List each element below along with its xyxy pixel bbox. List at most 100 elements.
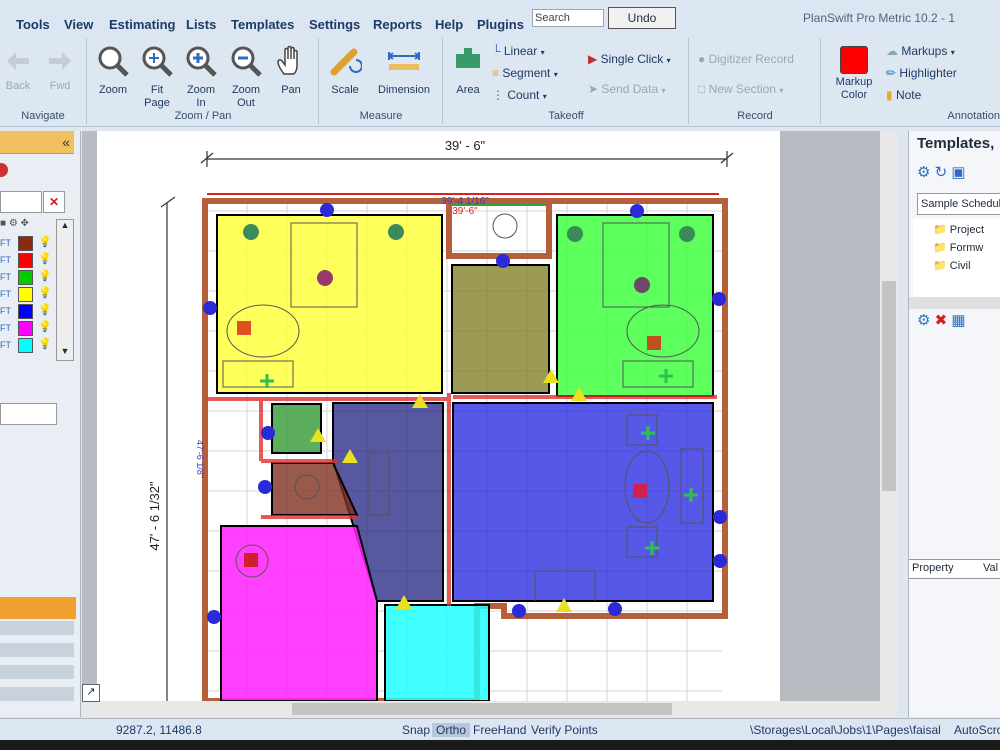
layer-row[interactable]: FT 💡: [0, 252, 56, 268]
group-measure: Scale Dimension Measure: [320, 38, 443, 124]
send-data-button[interactable]: ➤ Send Data ▾: [588, 82, 665, 96]
new-section-button[interactable]: □ New Section ▾: [698, 82, 783, 96]
back-button[interactable]: Back: [4, 48, 32, 93]
scroll-up-icon[interactable]: ▲: [57, 220, 73, 234]
yellow-area[interactable]: [216, 214, 443, 394]
selected-section-bar[interactable]: [0, 597, 76, 619]
freehand-toggle[interactable]: FreeHand: [473, 723, 526, 737]
menu-settings[interactable]: Settings: [309, 17, 360, 32]
markup-color-button[interactable]: Markup Color: [830, 46, 878, 102]
section-bar[interactable]: [0, 621, 74, 635]
export-icon[interactable]: ▣: [951, 164, 965, 181]
resize-arrow-icon[interactable]: ↗: [82, 684, 100, 702]
lightbulb-icon[interactable]: 💡: [38, 320, 52, 333]
right-panel: Templates, ⚙ ↻ ▣ Sample Schedule 📁 Proje…: [908, 131, 1000, 717]
back-arrow-icon: [7, 52, 29, 70]
gear-icon[interactable]: ⚙: [917, 164, 930, 181]
lightbulb-icon[interactable]: 💡: [38, 269, 52, 282]
autoscroll-toggle[interactable]: AutoScro: [954, 723, 1000, 737]
template-dropdown[interactable]: Sample Schedule: [917, 193, 1000, 215]
ribbon: Back Fwd Navigate Zoom Fit Page Zoom In …: [0, 38, 1000, 127]
scale-button[interactable]: Scale: [326, 44, 364, 97]
menu-view[interactable]: View: [64, 17, 93, 32]
layer-row[interactable]: FT 💡: [0, 320, 56, 336]
layer-color-swatch[interactable]: [18, 236, 33, 251]
single-click-button[interactable]: ▶ Single Click ▾: [588, 52, 671, 66]
dimension-button[interactable]: Dimension: [372, 44, 436, 97]
pan-button[interactable]: Pan: [274, 44, 308, 97]
menu-lists[interactable]: Lists: [186, 17, 216, 32]
section-bar[interactable]: [0, 643, 74, 657]
menu-reports[interactable]: Reports: [373, 17, 422, 32]
vertical-scrollbar[interactable]: [880, 131, 898, 701]
layer-color-swatch[interactable]: [18, 287, 33, 302]
markups-button[interactable]: ☁ Markups ▾: [886, 44, 955, 58]
area-button[interactable]: Area: [450, 44, 486, 97]
plan-page[interactable]: 39' - 6" 39'-4 1/16" 39'-6" 47' - 6 1/32…: [97, 131, 780, 704]
ortho-toggle[interactable]: Ortho: [432, 723, 471, 737]
property-input[interactable]: [0, 403, 57, 425]
green-area[interactable]: [556, 214, 714, 397]
layer-color-swatch[interactable]: [18, 253, 33, 268]
chevron-down-icon: ▾: [950, 48, 955, 57]
collapse-panel-icon[interactable]: «: [62, 134, 70, 150]
vertical-scroll-thumb[interactable]: [882, 281, 896, 491]
magenta-area[interactable]: [220, 525, 378, 702]
zoom-button[interactable]: Zoom: [94, 44, 132, 97]
zoom-out-button[interactable]: Zoom Out: [226, 44, 266, 110]
note-button[interactable]: ▮ Note: [886, 88, 921, 102]
lightbulb-icon[interactable]: 💡: [38, 286, 52, 299]
scroll-down-icon[interactable]: ▼: [57, 346, 73, 360]
olive-area[interactable]: [451, 264, 550, 394]
horizontal-scroll-thumb[interactable]: [292, 703, 672, 715]
layer-row[interactable]: FT 💡: [0, 303, 56, 319]
menu-plugins[interactable]: Plugins: [477, 17, 524, 32]
layer-scrollbar[interactable]: ▲ ▼: [56, 219, 74, 361]
zoom-in-button[interactable]: Zoom In: [182, 44, 220, 110]
forward-button[interactable]: Fwd: [46, 48, 74, 93]
table-icon[interactable]: ▦: [951, 312, 965, 329]
layer-row[interactable]: FT 💡: [0, 337, 56, 353]
menu-templates[interactable]: Templates: [231, 17, 294, 32]
highlighter-button[interactable]: ✏ Highlighter: [886, 66, 957, 80]
layer-color-swatch[interactable]: [18, 338, 33, 353]
filter-input[interactable]: [0, 191, 42, 213]
horizontal-scrollbar[interactable]: [82, 701, 898, 717]
snap-toggle[interactable]: Snap: [402, 723, 430, 737]
lightbulb-icon[interactable]: 💡: [38, 235, 52, 248]
tree-item-formwork[interactable]: 📁 Formw: [933, 241, 983, 254]
menu-help[interactable]: Help: [435, 17, 463, 32]
delete-icon[interactable]: [0, 163, 8, 177]
section-bar[interactable]: [0, 687, 74, 701]
layer-row[interactable]: FT 💡: [0, 235, 56, 251]
menu-tools[interactable]: Tools: [16, 17, 50, 32]
lightbulb-icon[interactable]: 💡: [38, 252, 52, 265]
layer-color-swatch[interactable]: [18, 270, 33, 285]
layer-row[interactable]: FT 💡: [0, 269, 56, 285]
lightbulb-icon[interactable]: 💡: [38, 303, 52, 316]
clear-filter-icon[interactable]: ✕: [43, 191, 65, 213]
layer-row[interactable]: FT 💡: [0, 286, 56, 302]
section-bar[interactable]: [0, 665, 74, 679]
layer-color-swatch[interactable]: [18, 304, 33, 319]
layer-header-icons: ■ ⚙ ✥: [0, 218, 29, 229]
cyan-area[interactable]: [384, 604, 490, 702]
count-button[interactable]: ⋮ Count ▾: [492, 88, 547, 102]
refresh-icon[interactable]: ↻: [935, 164, 948, 181]
delete-icon[interactable]: ✖: [935, 312, 948, 329]
tree-item-civil[interactable]: 📁 Civil: [933, 259, 971, 272]
small-green-area[interactable]: [271, 403, 322, 454]
layer-color-swatch[interactable]: [18, 321, 33, 336]
digitizer-record-button[interactable]: ● Digitizer Record: [698, 52, 794, 66]
tree-item-project[interactable]: 📁 Project: [933, 223, 984, 236]
segment-button[interactable]: ≡ Segment ▾: [492, 66, 558, 80]
undo-button[interactable]: Undo: [608, 7, 676, 29]
verify-points-toggle[interactable]: Verify Points: [531, 723, 598, 737]
fit-page-button[interactable]: Fit Page: [138, 44, 176, 110]
lightbulb-icon[interactable]: 💡: [38, 337, 52, 350]
linear-button[interactable]: └ Linear ▾: [492, 44, 545, 58]
tree-scrollbar[interactable]: [909, 297, 1000, 309]
search-input[interactable]: Search: [532, 9, 604, 27]
gear-icon[interactable]: ⚙: [917, 312, 930, 329]
menu-estimating[interactable]: Estimating: [109, 17, 175, 32]
